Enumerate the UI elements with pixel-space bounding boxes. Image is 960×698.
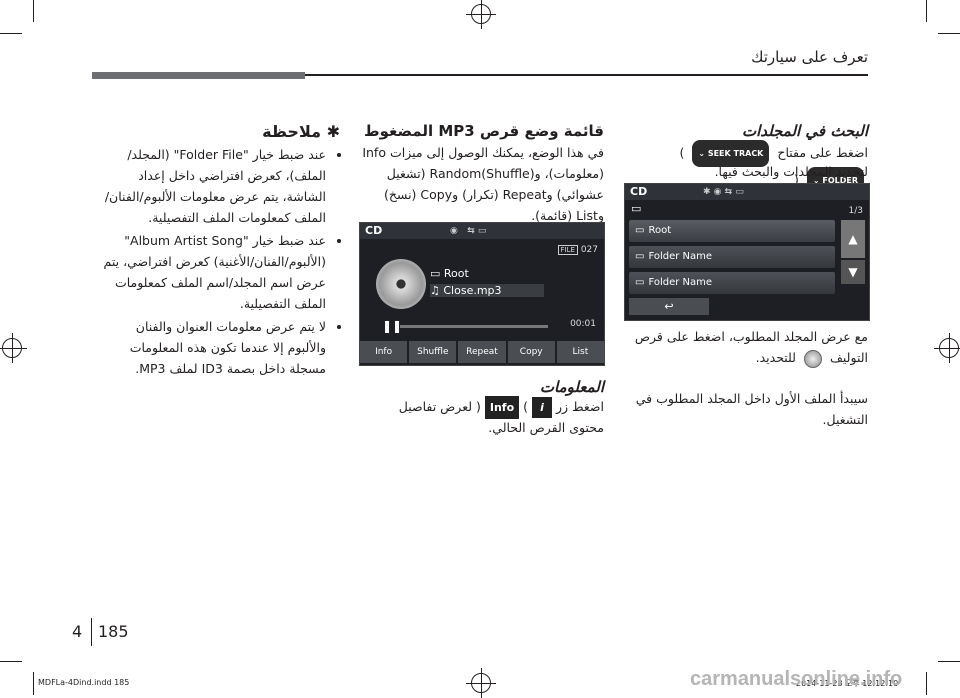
- file-badge: FILE: [557, 245, 578, 255]
- folder-icon-row: ▭: [631, 202, 642, 215]
- info-text-b: لعرض تفاصيل: [398, 399, 473, 414]
- seek-track-key-label: SEEK TRACK: [707, 149, 764, 158]
- section-number: 4: [72, 622, 83, 641]
- page-number: 185: [98, 622, 129, 641]
- page-indicator: 1/3: [848, 206, 863, 216]
- folder-item-label: Root: [648, 225, 672, 236]
- progress-bar[interactable]: [400, 325, 548, 328]
- folder-search-line2: لتحديد المجلدات والبحث فيها.: [714, 164, 868, 179]
- watermark: carmanualsonline.info: [690, 668, 903, 690]
- para2-text-c: للتحديد.: [755, 350, 796, 365]
- crop-mark-bl-h: [0, 661, 22, 662]
- folder-list-item[interactable]: ▭ Folder Name: [629, 246, 835, 268]
- crop-mark-br-h: [938, 661, 960, 662]
- registration-mark-top: [466, 0, 496, 29]
- track-name-row: ♫ Close.mp3: [430, 284, 544, 297]
- crop-mark-tl-h: [0, 33, 22, 34]
- menu-list-button[interactable]: List: [556, 341, 605, 363]
- screen-source-label: CD: [365, 224, 383, 237]
- file-info: MDFLa-4Dind.indd 185: [38, 678, 130, 687]
- tune-knob-icon: [803, 349, 822, 368]
- registration-mark-bottom: [466, 668, 496, 698]
- disc-album-art: [376, 259, 426, 309]
- note-item: لا يتم عرض معلومات العنوان والفنان والأل…: [100, 316, 326, 379]
- folder-item-icon: ▭: [635, 225, 645, 236]
- status-icons: ◉ ⇆ ▭: [450, 226, 487, 236]
- note-item: عند ضبط خيار "Folder File" (المجلد/الملف…: [100, 144, 326, 228]
- info-line2: محتوى القرص الحالي.: [488, 420, 604, 435]
- mp3-menu-para: في هذا الوضع، يمكنك الوصول إلى ميزات Inf…: [362, 145, 604, 223]
- menu-shuffle-button[interactable]: Shuffle: [409, 341, 457, 363]
- scroll-up-button[interactable]: ▲: [841, 220, 865, 258]
- crop-mark-tr-v: [926, 0, 927, 22]
- music-note-icon: ♫: [430, 284, 440, 297]
- registration-mark-left: [0, 333, 27, 363]
- mp3-menu-heading: قائمة وضع قرص MP3 المضغوط: [364, 122, 604, 140]
- info-text-a: اضغط زر: [555, 399, 604, 414]
- menu-repeat-button[interactable]: Repeat: [458, 341, 506, 363]
- info-heading: المعلومات: [539, 378, 604, 396]
- para2-text-a: مع عرض المجلد المطلوب، اضغط على قرص: [634, 329, 868, 344]
- folder-item-icon: ▭: [635, 251, 645, 262]
- folder-search-press-text: اضغط على مفتاح: [777, 145, 868, 160]
- menu-copy-button[interactable]: Copy: [507, 341, 555, 363]
- status-icons: ✱ ◉ ⇆ ▭: [703, 187, 744, 197]
- folder-name-row: ▭ Root: [430, 267, 469, 280]
- folder-name: Root: [443, 267, 469, 280]
- crop-mark-tl-v: [33, 0, 34, 22]
- folder-search-para2: مع عرض المجلد المطلوب، اضغط على قرص التو…: [618, 326, 868, 368]
- crop-mark-br-v: [926, 672, 927, 695]
- folder-icon: ▭: [430, 267, 441, 280]
- note-item: عند ضبط خيار "Album Artist Song" (الألبو…: [100, 230, 326, 314]
- menu-info-button[interactable]: Info: [360, 341, 408, 363]
- screen-status-bar: CD ✱ ◉ ⇆ ▭: [625, 184, 869, 200]
- folder-list-item[interactable]: ▭ Folder Name: [629, 272, 835, 294]
- info-i-icon: i: [531, 397, 552, 418]
- page-header-title: تعرف على سيارتك: [751, 48, 868, 66]
- scroll-down-button[interactable]: ▼: [841, 260, 865, 284]
- elapsed-time: 00:01: [570, 319, 596, 329]
- page-number-divider: [91, 618, 92, 646]
- file-number-indicator: FILE 027: [557, 245, 598, 255]
- folder-search-para3: سيبدأ الملف الأول داخل المجلد المطلوب في…: [635, 391, 868, 427]
- note-list: عند ضبط خيار "Folder File" (المجلد/الملف…: [100, 144, 340, 381]
- back-button[interactable]: ↩: [629, 298, 709, 315]
- crop-mark-bl-v: [33, 672, 34, 695]
- folder-item-label: Folder Name: [648, 251, 713, 262]
- registration-mark-right: [934, 333, 960, 363]
- crop-mark-tr-h: [938, 33, 960, 34]
- folder-search-heading: البحث في المجلدات: [741, 122, 868, 140]
- track-name: Close.mp3: [443, 284, 502, 297]
- note-heading: ✱ ملاحظة: [262, 122, 340, 141]
- header-bar: [92, 72, 305, 79]
- folder-list-screen: CD ✱ ◉ ⇆ ▭ ▭ 1/3 ▲ ▼ ▭ Root ▭ Folder Name …: [624, 183, 870, 321]
- folder-list-item[interactable]: ▭ Root: [629, 220, 835, 242]
- folder-item-icon: ▭: [635, 277, 645, 288]
- para2-text-b: التوليف: [829, 350, 868, 365]
- screen-status-bar: CD ◉ ⇆ ▭: [360, 223, 604, 239]
- mp3-menu-bar: Info Shuffle Repeat Copy List: [360, 341, 605, 363]
- folder-item-label: Folder Name: [648, 277, 713, 288]
- screen-source-label: CD: [630, 185, 648, 198]
- info-key-icon: Info: [484, 396, 520, 419]
- mp3-player-screen: CD ◉ ⇆ ▭ FILE 027 ▭ Root ♫ Close.mp3 ❚❚ …: [359, 222, 605, 366]
- info-line1: اضغط زر i ) Info ( لعرض تفاصيل: [354, 396, 604, 419]
- file-number: 027: [580, 245, 598, 255]
